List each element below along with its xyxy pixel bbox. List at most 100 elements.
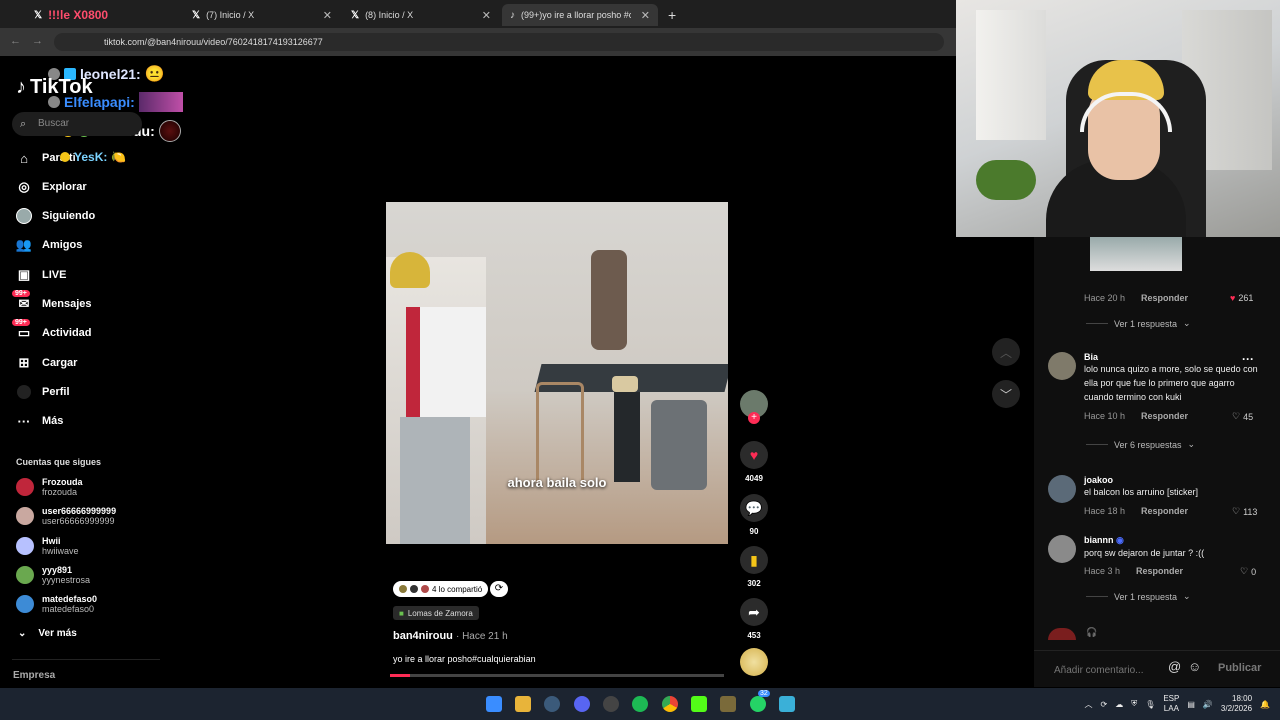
- notepad-icon[interactable]: [779, 696, 795, 712]
- windows-start-icon[interactable]: [486, 696, 502, 712]
- x-logo-icon: 𝕏: [351, 9, 360, 21]
- file-explorer-icon[interactable]: [515, 696, 531, 712]
- profile-icon: [16, 384, 32, 400]
- tiktok-logo[interactable]: ♪ TikTok: [16, 76, 93, 99]
- following-account[interactable]: user66666999999 user66666999999: [16, 506, 116, 526]
- see-more-button[interactable]: ⌄ Ver más: [18, 628, 77, 639]
- new-tab-button[interactable]: +: [660, 4, 684, 26]
- cloud-icon[interactable]: ☁: [1115, 700, 1123, 709]
- reply-button[interactable]: Responder: [1141, 506, 1188, 516]
- previous-video-button[interactable]: ︿: [992, 338, 1020, 366]
- reply-button[interactable]: Responder: [1136, 566, 1183, 576]
- follow-plus-icon[interactable]: +: [748, 412, 760, 424]
- language-indicator[interactable]: ESP LAA: [1163, 694, 1179, 714]
- comment-like-button[interactable]: ♥ 261: [1230, 293, 1253, 303]
- back-icon[interactable]: ←: [10, 35, 21, 47]
- sidebar-item-amigos[interactable]: 👥 Amigos: [16, 237, 82, 253]
- sidebar-item-explorar[interactable]: ◎ Explorar: [16, 179, 86, 195]
- video-player[interactable]: ahora baila solo: [386, 202, 728, 544]
- whatsapp-icon[interactable]: 32: [750, 690, 770, 712]
- close-icon[interactable]: ✕: [641, 9, 650, 22]
- notification-badge: 32: [758, 690, 770, 697]
- comment-like-button[interactable]: ♡ 0: [1240, 566, 1256, 577]
- avatar[interactable]: [1048, 352, 1076, 380]
- comment-username[interactable]: biannn ◉: [1084, 535, 1259, 546]
- comment-username[interactable]: joakoo: [1084, 475, 1259, 485]
- search-input[interactable]: ⌕ Buscar: [12, 112, 142, 136]
- view-replies-button[interactable]: Ver 6 respuestas ⌄: [1086, 439, 1195, 450]
- close-icon[interactable]: ✕: [323, 9, 332, 22]
- comment-username[interactable]: Bia: [1084, 352, 1259, 362]
- kick-icon[interactable]: [691, 696, 707, 712]
- notifications-icon[interactable]: 🔔: [1260, 700, 1270, 709]
- more-options-icon[interactable]: ···: [1242, 352, 1254, 366]
- avatar[interactable]: [1048, 535, 1076, 563]
- forward-icon[interactable]: →: [32, 35, 43, 47]
- sync-icon[interactable]: ⟳: [1100, 700, 1107, 709]
- following-account[interactable]: yyy891 yyynestrosa: [16, 565, 90, 585]
- post-comment-button[interactable]: Publicar: [1218, 662, 1261, 674]
- obs-icon[interactable]: [603, 696, 619, 712]
- browser-tab[interactable]: 𝕏 (7) Inicio / X ✕: [184, 4, 340, 26]
- repost-icon[interactable]: ⟳: [490, 581, 508, 597]
- chevron-up-icon[interactable]: ︿: [1084, 699, 1092, 710]
- footer-link[interactable]: Empresa: [13, 670, 55, 681]
- video-progress-bar[interactable]: [390, 674, 724, 677]
- account-name: Frozouda: [42, 477, 83, 487]
- avatar[interactable]: [1048, 475, 1076, 503]
- browser-tab[interactable]: 𝕏 !!!le X0800: [26, 4, 182, 26]
- sidebar-item-perfil[interactable]: Perfil: [16, 384, 70, 400]
- network-icon[interactable]: ▤: [1187, 700, 1195, 709]
- discord-icon[interactable]: [574, 696, 590, 712]
- comment-like-button[interactable]: ♡ 45: [1232, 411, 1253, 422]
- comment-like-button[interactable]: ♡ 113: [1232, 506, 1257, 517]
- chrome-icon[interactable]: [662, 696, 678, 712]
- author-name[interactable]: ban4nirouu: [393, 630, 453, 642]
- shield-icon[interactable]: ⛨: [1131, 699, 1137, 709]
- author-avatar-button[interactable]: +: [740, 390, 768, 424]
- url-field[interactable]: tiktok.com/@ban4nirouu/video/76024181741…: [54, 33, 944, 51]
- save-button[interactable]: ▮ 302: [740, 546, 768, 588]
- spotify-icon[interactable]: [632, 696, 648, 712]
- video-author-line[interactable]: ban4nirouu · Hace 21 h: [393, 630, 508, 642]
- sidebar-item-cargar[interactable]: ⊞ Cargar: [16, 355, 78, 371]
- microphone-icon[interactable]: 🎙: [1145, 700, 1155, 709]
- browser-tab[interactable]: 𝕏 (8) Inicio / X ✕: [343, 4, 499, 26]
- sidebar-item-mensajes[interactable]: ✉ 99+ Mensajes: [12, 290, 92, 312]
- shared-by-pill[interactable]: 4 lo compartió: [393, 581, 489, 597]
- location-tag[interactable]: ■ Lomas de Zamora: [393, 606, 479, 620]
- tiktok-logo-icon: ♪: [510, 9, 515, 21]
- sidebar-item-actividad[interactable]: ▭ 99+ Actividad: [12, 319, 92, 341]
- view-replies-button[interactable]: Ver 1 respuesta ⌄: [1086, 591, 1191, 602]
- comment-button[interactable]: 💬 90: [740, 494, 768, 536]
- comment-meta: Hace 18 h Responder: [1084, 506, 1188, 516]
- following-account[interactable]: Frozouda frozouda: [16, 477, 83, 497]
- comment-input[interactable]: [1052, 660, 1164, 680]
- close-icon[interactable]: ✕: [482, 9, 491, 22]
- reply-button[interactable]: Responder: [1141, 293, 1188, 303]
- mention-icon[interactable]: @: [1168, 659, 1181, 674]
- comment-input-row: @ ☺ Publicar: [1034, 650, 1280, 687]
- app-icon[interactable]: [720, 696, 736, 712]
- steam-icon[interactable]: [544, 696, 560, 712]
- sidebar-item-live[interactable]: ▣ LIVE: [16, 267, 67, 283]
- comment-time: Hace 20 h: [1084, 293, 1126, 303]
- music-disc-button[interactable]: [740, 648, 768, 676]
- sidebar-item-siguiendo[interactable]: Siguiendo: [16, 208, 95, 224]
- comment-time: Hace 18 h: [1084, 506, 1126, 516]
- following-account[interactable]: matedefaso0 matedefaso0: [16, 594, 97, 614]
- view-replies-button[interactable]: Ver 1 respuesta ⌄: [1086, 318, 1191, 329]
- volume-icon[interactable]: 🔊: [1203, 700, 1213, 709]
- clock[interactable]: 18:00 3/2/2026: [1221, 694, 1252, 714]
- address-bar-row: ← → tiktok.com/@ban4nirouu/video/7602418…: [0, 28, 956, 56]
- reply-button[interactable]: Responder: [1141, 411, 1188, 421]
- share-button[interactable]: ➦ 453: [740, 598, 768, 640]
- sidebar-item-mas[interactable]: ··· Más: [16, 413, 64, 429]
- next-video-button[interactable]: ﹀: [992, 380, 1020, 408]
- browser-tab-active[interactable]: ♪ (99+)yo ire a llorar posho #cua ✕: [502, 4, 658, 26]
- comment-like-count: 45: [1243, 411, 1254, 422]
- emoji-icon[interactable]: ☺: [1188, 659, 1201, 674]
- like-button[interactable]: ♥ 4049: [740, 441, 768, 483]
- following-account[interactable]: Hwii hwiiwave: [16, 536, 79, 556]
- comment-time: Hace 3 h: [1084, 566, 1121, 576]
